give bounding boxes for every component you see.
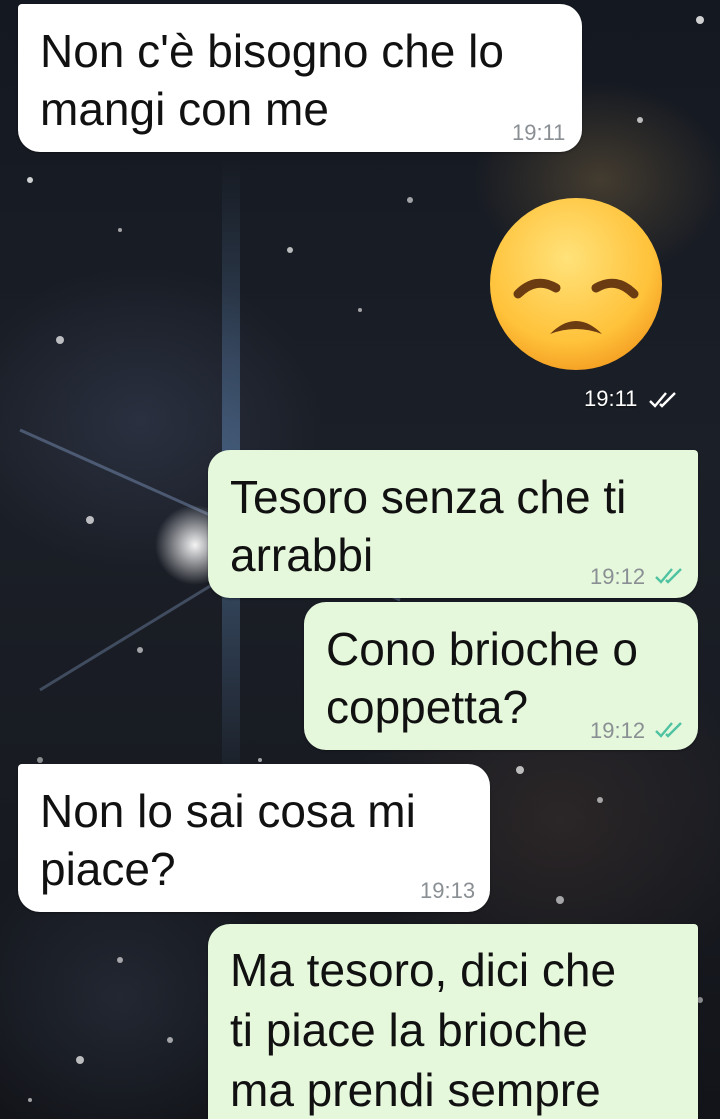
message-text: Non lo sai cosa mi piace?: [40, 785, 416, 895]
emoji-message[interactable]: [488, 196, 664, 372]
message-bubble-outgoing[interactable]: Cono brioche o coppetta? 19:12: [304, 602, 698, 750]
read-ticks-icon: [655, 568, 682, 584]
message-bubble-incoming[interactable]: Non lo sai cosa mi piace? 19:13: [18, 764, 490, 912]
emoji-timestamp: 19:11: [584, 386, 638, 411]
message-bubble-incoming[interactable]: Non c'è bisogno che lo mangi con me 19:1…: [18, 4, 582, 152]
message-text: Non c'è bisogno che lo mangi con me: [40, 25, 504, 135]
read-ticks-icon: [655, 722, 682, 738]
message-text: Ma tesoro, dici che ti piace la brioche …: [230, 944, 617, 1116]
message-timestamp: 19:12: [590, 718, 646, 743]
disappointed-face-emoji-icon: [490, 198, 662, 370]
message-bubble-outgoing[interactable]: Tesoro senza che ti arrabbi 19:12: [208, 450, 698, 598]
message-timestamp: 19:12: [590, 564, 646, 589]
delivered-ticks-icon: [649, 392, 676, 408]
message-timestamp: 19:13: [420, 878, 476, 903]
message-bubble-outgoing[interactable]: Ma tesoro, dici che ti piace la brioche …: [208, 924, 698, 1119]
message-text: Tesoro senza che ti arrabbi: [230, 471, 627, 581]
message-timestamp: 19:11: [512, 120, 566, 145]
